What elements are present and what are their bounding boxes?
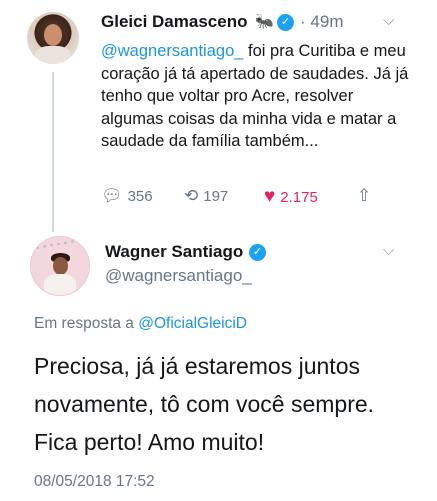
reply-icon: 💬︎ xyxy=(101,186,123,205)
verified-badge-icon: ✓ xyxy=(277,14,294,31)
reply-context: Em resposta a @OficialGleiciD xyxy=(34,315,247,333)
avatar-gleici[interactable] xyxy=(27,12,79,64)
reply-to-mention[interactable]: @OficialGleiciD xyxy=(138,315,247,332)
tweet-text: Preciosa, já já estaremos juntos novamen… xyxy=(34,353,375,455)
time-value: 49m xyxy=(310,12,344,31)
share-button[interactable]: ⇧ xyxy=(357,186,376,206)
reply-prefix: Em resposta a xyxy=(34,315,139,332)
retweet-icon: ⟲ xyxy=(184,186,199,205)
author-name[interactable]: Gleici Damasceno xyxy=(101,12,247,32)
thread-connector-line xyxy=(52,72,54,232)
like-count: 2.175 xyxy=(280,188,318,206)
retweet-button[interactable]: ⟲ 197 xyxy=(184,186,228,206)
avatar-shirt xyxy=(35,46,71,64)
verified-badge-icon: ✓ xyxy=(249,244,266,261)
tweet-time[interactable]: · 49m xyxy=(300,12,343,32)
heart-icon: ♥ xyxy=(264,186,276,207)
time-separator: · xyxy=(300,12,306,31)
share-icon: ⇧ xyxy=(357,186,372,205)
avatar-face xyxy=(53,257,68,275)
avatar-face xyxy=(44,24,62,46)
author-handle[interactable]: @wagnersantiago_ xyxy=(105,266,252,286)
avatar-wagner[interactable]: ◦ ◦ ◦ ◦ ◦ ◦ xyxy=(30,236,90,296)
reply-count: 356 xyxy=(127,187,153,205)
reply-button[interactable]: 💬︎ 356 xyxy=(101,186,153,206)
avatar-ring-text: ◦ ◦ ◦ ◦ ◦ ◦ xyxy=(35,236,76,253)
tweet-timestamp[interactable]: 08/05/2018 17:52 xyxy=(34,473,155,491)
author-name[interactable]: Wagner Santiago xyxy=(105,242,243,262)
mention-link[interactable]: @wagnersantiago_ xyxy=(101,42,243,60)
retweet-count: 197 xyxy=(203,187,229,205)
chevron-down-icon[interactable]: ⌵ xyxy=(383,12,394,29)
chevron-down-icon[interactable]: ⌵ xyxy=(383,242,394,259)
tweet-text: @wagnersantiago_ foi pra Curitiba e meu … xyxy=(101,40,411,153)
avatar-body xyxy=(44,274,76,295)
like-button[interactable]: ♥ 2.175 xyxy=(264,186,318,208)
ant-emoji-icon: 🐜 xyxy=(255,13,274,30)
